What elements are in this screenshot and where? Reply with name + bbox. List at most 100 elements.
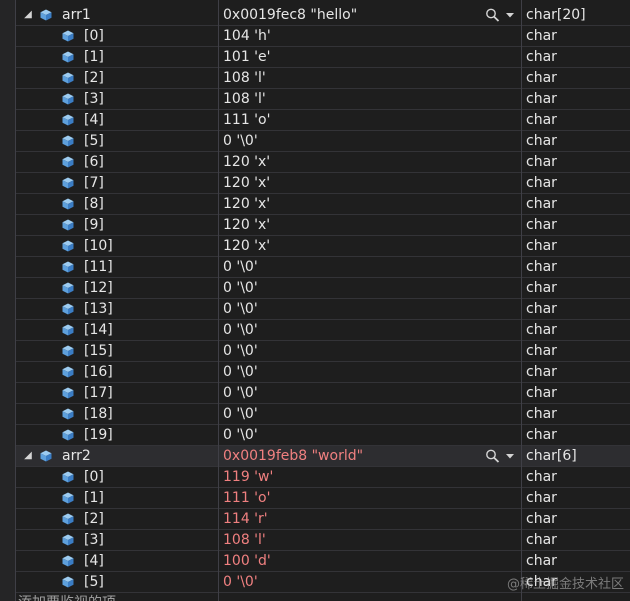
name-cell: [17] [16,383,218,403]
add-watch-label[interactable]: 添加要监视的项 [16,593,220,601]
element-index: [3] [84,532,104,548]
name-cell: [1] [16,47,218,67]
cube-icon [62,51,74,63]
watch-group-row-arr2[interactable]: ◢ arr2 0x0019feb8 "world" char[6] [16,446,630,467]
watch-item-row[interactable]: [4] 111 'o' char [16,110,630,131]
watch-item-row[interactable]: [9] 120 'x' char [16,215,630,236]
watch-item-row[interactable]: [19] 0 '\0' char [16,425,630,446]
element-index: [17] [84,385,113,401]
name-cell: [15] [16,341,218,361]
add-watch-row[interactable]: 添加要监视的项 [16,593,630,601]
cube-icon [62,156,74,168]
magnifier-icon[interactable] [485,449,501,463]
cube-icon [62,387,74,399]
value-cell: 120 'x' [223,196,271,212]
name-cell: [3] [16,530,218,550]
name-cell: [9] [16,215,218,235]
element-index: [16] [84,364,113,380]
element-index: [2] [84,70,104,86]
name-cell: [4] [16,551,218,571]
watch-item-row[interactable]: [16] 0 '\0' char [16,362,630,383]
value-cell: 108 'l' [223,91,266,107]
value-cell: 0 '\0' [223,259,258,275]
type-cell: char [526,553,557,569]
element-index: [7] [84,175,104,191]
watch-item-row[interactable]: [3] 108 'l' char [16,530,630,551]
type-cell: char [526,196,557,212]
value-cell: 0 '\0' [223,427,258,443]
value-cell: 108 'l' [223,70,266,86]
type-cell: char [526,322,557,338]
name-cell: [16] [16,362,218,382]
value-cell: 0x0019fec8 "hello" [223,7,358,23]
type-cell: char [526,49,557,65]
cube-icon [62,408,74,420]
type-cell: char [526,70,557,86]
watch-item-row[interactable]: [4] 100 'd' char [16,551,630,572]
watch-item-row[interactable]: [7] 120 'x' char [16,173,630,194]
type-cell: char[6] [526,448,577,464]
cube-icon [62,576,74,588]
watch-item-row[interactable]: [14] 0 '\0' char [16,320,630,341]
magnifier-icon[interactable] [485,8,501,22]
element-index: [2] [84,511,104,527]
cube-icon [62,366,74,378]
value-cell: 0x0019feb8 "world" [223,448,364,464]
type-cell: char [526,28,557,44]
watch-item-row[interactable]: [1] 111 'o' char [16,488,630,509]
value-cell: 104 'h' [223,28,271,44]
cube-icon [62,198,74,210]
element-index: [18] [84,406,113,422]
element-index: [5] [84,574,104,590]
type-cell: char [526,406,557,422]
column-separator-name[interactable] [218,0,219,601]
watch-item-row[interactable]: [17] 0 '\0' char [16,383,630,404]
value-cell: 0 '\0' [223,133,258,149]
name-cell: [12] [16,278,218,298]
left-gutter [0,0,16,601]
cube-icon [62,492,74,504]
watch-item-row[interactable]: [18] 0 '\0' char [16,404,630,425]
watch-item-row[interactable]: [8] 120 'x' char [16,194,630,215]
watch-item-row[interactable]: [1] 101 'e' char [16,47,630,68]
name-cell: [19] [16,425,218,445]
type-cell: char [526,238,557,254]
watch-item-row[interactable]: [15] 0 '\0' char [16,341,630,362]
name-cell: [11] [16,257,218,277]
type-cell: char [526,175,557,191]
element-index: [1] [84,49,104,65]
watch-item-row[interactable]: [11] 0 '\0' char [16,257,630,278]
cube-icon [62,30,74,42]
watch-item-row[interactable]: [2] 108 'l' char [16,68,630,89]
type-cell: char [526,301,557,317]
element-index: [0] [84,28,104,44]
watch-item-row[interactable]: [2] 114 'r' char [16,509,630,530]
type-cell: char [526,91,557,107]
watch-item-row[interactable]: [5] 0 '\0' char [16,131,630,152]
type-cell: char [526,490,557,506]
watch-item-row[interactable]: [0] 104 'h' char [16,26,630,47]
name-cell: [0] [16,467,218,487]
watch-item-row[interactable]: [6] 120 'x' char [16,152,630,173]
expand-triangle-icon[interactable]: ◢ [22,9,34,21]
name-cell: [10] [16,236,218,256]
watch-item-row[interactable]: [10] 120 'x' char [16,236,630,257]
variable-name: arr2 [62,448,91,464]
type-cell: char [526,385,557,401]
expand-triangle-icon[interactable]: ◢ [22,450,34,462]
watch-item-row[interactable]: [13] 0 '\0' char [16,299,630,320]
watch-item-row[interactable]: [12] 0 '\0' char [16,278,630,299]
watch-item-row[interactable]: [0] 119 'w' char [16,467,630,488]
cube-icon [62,261,74,273]
watch-item-row[interactable]: [3] 108 'l' char [16,89,630,110]
element-index: [12] [84,280,113,296]
column-separator-value[interactable] [521,0,522,601]
chevron-down-icon[interactable] [506,452,514,460]
watch-group-row-arr1[interactable]: ◢ arr1 0x0019fec8 "hello" char[20] [16,5,630,26]
element-index: [9] [84,217,104,233]
type-cell: char [526,469,557,485]
cube-icon [62,72,74,84]
element-index: [15] [84,343,113,359]
chevron-down-icon[interactable] [506,11,514,19]
cube-icon [62,114,74,126]
